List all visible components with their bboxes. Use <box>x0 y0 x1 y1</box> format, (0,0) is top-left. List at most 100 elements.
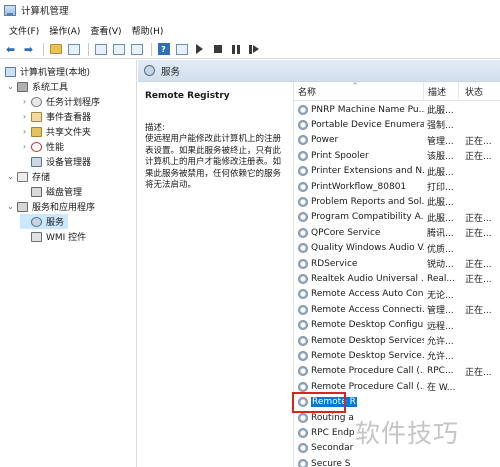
column-header-name[interactable]: ^ 名称 <box>294 81 424 101</box>
service-gear-icon <box>298 289 308 300</box>
expand-chevron-icon[interactable]: › <box>20 97 29 106</box>
expand-chevron-icon[interactable]: › <box>20 112 29 121</box>
menu-help[interactable]: 帮助(H) <box>127 24 169 37</box>
service-row[interactable]: Remote Access Auto Con... 无论... <box>294 287 500 302</box>
service-name: Secondar <box>311 443 354 454</box>
service-row[interactable]: Portable Device Enumera... 强制... <box>294 117 500 132</box>
service-row[interactable]: Remote Desktop Services 允许... <box>294 333 500 348</box>
tree-item-performance[interactable]: › 性能 <box>20 139 64 154</box>
service-status: 正在... <box>465 213 492 224</box>
restart-service-button[interactable] <box>246 42 261 56</box>
service-row[interactable]: PNRP Machine Name Pu... 此服... <box>294 102 500 117</box>
properties-button[interactable] <box>93 42 108 56</box>
service-status: 正在... <box>465 367 492 378</box>
service-name-cell: Realtek Audio Universal ... <box>294 273 424 284</box>
collapse-chevron-icon[interactable]: ⌄ <box>6 202 15 211</box>
restart-icon <box>249 44 259 54</box>
service-status: 正在... <box>465 306 492 317</box>
storage-icon <box>17 171 28 182</box>
service-row[interactable]: Quality Windows Audio V... 优质... <box>294 241 500 256</box>
service-row[interactable]: PrintWorkflow_80801 打印... <box>294 179 500 194</box>
service-name-cell: RDService <box>294 258 424 269</box>
pause-service-button[interactable] <box>228 42 243 56</box>
column-header-description[interactable]: 描述 <box>424 81 459 101</box>
service-description: 优质... <box>427 244 454 255</box>
service-row[interactable]: Power 管理... 正在... <box>294 133 500 148</box>
services-header: 服务 <box>138 60 500 82</box>
service-name-cell: Remote Desktop Service... <box>294 350 424 361</box>
collapse-chevron-icon[interactable]: ⌄ <box>6 172 15 181</box>
service-description: RPC... <box>427 366 454 377</box>
help-button[interactable]: ? <box>156 42 171 56</box>
collapse-chevron-icon[interactable]: ⌄ <box>6 82 15 91</box>
service-row[interactable]: Program Compatibility A... 此服... 正在... <box>294 210 500 225</box>
menu-file[interactable]: 文件(F) <box>4 24 44 37</box>
tree-item-device-manager[interactable]: 设备管理器 <box>20 154 91 169</box>
service-row[interactable]: Printer Extensions and N... 此服... <box>294 164 500 179</box>
up-folder-button[interactable] <box>48 42 63 56</box>
tree-item-label: WMI 控件 <box>46 233 87 243</box>
menu-view[interactable]: 查看(V) <box>85 24 126 37</box>
service-description: 此服... <box>427 198 454 209</box>
tree-item-label: 服务 <box>46 218 65 228</box>
tree-item-services-apps[interactable]: ⌄ 服务和应用程序 <box>6 199 95 214</box>
export-list-button[interactable] <box>129 42 144 56</box>
description-text: 使远程用户能修改此计算机上的注册表设置。如果此服务被终止，只有此计算机上的用户才… <box>145 134 282 190</box>
service-description: 管理... <box>427 306 454 317</box>
sort-caret-icon: ^ <box>352 81 358 90</box>
service-row[interactable]: Remote Access Connecti... 管理... 正在... <box>294 302 500 317</box>
forward-arrow-icon[interactable]: ➡ <box>21 42 36 56</box>
start-service-button[interactable] <box>192 42 207 56</box>
menu-bar: 文件(F) 操作(A) 查看(V) 帮助(H) <box>0 20 500 40</box>
event-viewer-icon <box>31 111 42 122</box>
tree-item-task-scheduler[interactable]: › 任务计划程序 <box>20 94 100 109</box>
service-name: Routing a <box>311 412 354 423</box>
column-header-status[interactable]: 状态 <box>459 82 500 101</box>
service-row[interactable]: Realtek Audio Universal ... Real... 正在... <box>294 271 500 286</box>
action-pane-button[interactable] <box>174 42 189 56</box>
service-name-cell: Secure S <box>294 458 424 467</box>
tree-item-services[interactable]: 服务 <box>20 214 69 229</box>
service-status: 正在... <box>465 152 492 163</box>
service-name: Remote Desktop Services <box>311 335 424 346</box>
service-name: Realtek Audio Universal ... <box>311 273 424 284</box>
tree-item-label: 设备管理器 <box>46 158 92 168</box>
service-row[interactable]: Problem Reports and Sol... 此服... <box>294 194 500 209</box>
menu-action[interactable]: 操作(A) <box>44 24 85 37</box>
refresh-button[interactable] <box>111 42 126 56</box>
stop-service-button[interactable] <box>210 42 225 56</box>
service-row[interactable]: Secure S <box>294 456 500 467</box>
show-hide-tree-button[interactable] <box>66 42 81 56</box>
service-name: PNRP Machine Name Pu... <box>311 104 424 115</box>
service-name-cell: Remote Access Connecti... <box>294 304 424 315</box>
service-gear-icon <box>298 412 308 423</box>
tree-item-event-viewer[interactable]: › 事件查看器 <box>20 109 91 124</box>
service-row[interactable]: RDService 锐动... 正在... <box>294 256 500 271</box>
tree-item-storage[interactable]: ⌄ 存储 <box>6 169 50 184</box>
service-row[interactable]: Remote Procedure Call (... RPC... 正在... <box>294 364 500 379</box>
panel-title: 服务 <box>161 66 181 78</box>
tree-item-disk-management[interactable]: 磁盘管理 <box>20 184 82 199</box>
tree-item-shared-folders[interactable]: › 共享文件夹 <box>20 124 91 139</box>
service-description: 管理... <box>427 136 454 147</box>
service-description: 锐动... <box>427 260 454 270</box>
expand-chevron-icon[interactable]: › <box>20 127 29 136</box>
service-status: 正在... <box>465 136 492 147</box>
service-name: Printer Extensions and N... <box>311 166 424 177</box>
tree-item-root[interactable]: 计算机管理(本地) <box>3 64 90 79</box>
service-row[interactable]: Print Spooler 该服... 正在... <box>294 148 500 163</box>
service-row[interactable]: Remote Desktop Service... 允许... <box>294 348 500 363</box>
service-name-cell: Remote Procedure Call (... <box>294 381 424 392</box>
service-row[interactable]: Remote Desktop Configu... 远程... <box>294 318 500 333</box>
expand-chevron-icon[interactable]: › <box>20 142 29 151</box>
service-description: 此服... <box>427 213 454 224</box>
back-arrow-icon[interactable]: ⬅ <box>3 42 18 56</box>
service-description: 允许... <box>427 352 454 363</box>
toolbar: ⬅ ➡ ? <box>0 40 500 59</box>
tree-item-wmi-control[interactable]: WMI 控件 <box>20 229 86 244</box>
service-description: 打印... <box>427 183 454 193</box>
service-description: 该服... <box>427 152 454 163</box>
tree-item-system-tools[interactable]: ⌄ 系统工具 <box>6 79 68 94</box>
service-row[interactable]: QPCore Service 腾讯... 正在... <box>294 225 500 240</box>
service-name: Remote Procedure Call (... <box>311 381 424 392</box>
